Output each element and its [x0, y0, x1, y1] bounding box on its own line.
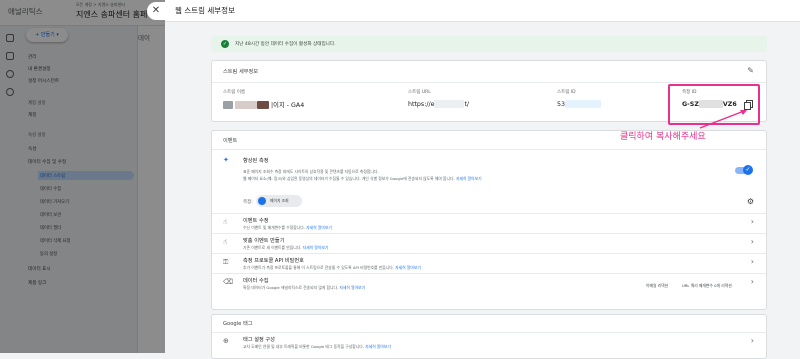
row-desc: 교차 도메인 연결 및 내부 트래픽을 비롯한 Google 태그 동작을 구성… [243, 344, 391, 349]
custom-event-icon: ☝ [223, 238, 228, 246]
touch-icon: ☝ [223, 218, 228, 226]
create-events-row[interactable]: ☝ 맞춤 이벤트 만들기 기존 이벤트로 새 이벤트를 만듭니다. 자세히 알아… [212, 233, 766, 253]
row-desc: 추가 이벤트가 측정 프로토콜을 통해 이 스트림으로 전송될 수 있도록 AP… [243, 265, 421, 270]
details-heading: 스트림 세부정보 [223, 69, 259, 75]
learn-more-link[interactable]: 자세히 알아보기 [365, 344, 391, 349]
divider [212, 149, 766, 150]
copy-icon[interactable] [744, 100, 753, 110]
events-card: 이벤트 ✦ 향상된 측정 표준 페이지 조회수 측정 외에도 사이트의 상호작용… [211, 130, 767, 310]
row-desc: 수신 이벤트 및 매개변수를 수정합니다. 자세히 알아보기 [243, 225, 332, 230]
redaction-chip: 이메일 리댁션 [646, 283, 669, 288]
stream-url-label: 스트림 URL [408, 90, 431, 95]
measuring-chip: 페이지 조회 [256, 195, 302, 207]
status-text: 지난 48시간 동안 데이터 수집이 활성화 상태입니다. [235, 42, 336, 47]
panel-header: 웹 스트림 세부정보 [165, 0, 800, 22]
tag-icon: ⊕ [223, 337, 229, 345]
chevron-right-icon: › [750, 237, 754, 246]
enhanced-measurement-title: 향상된 측정 [243, 158, 269, 164]
gear-icon[interactable]: ⚙ [747, 197, 754, 206]
stream-url-value: https://e t/ [408, 100, 470, 108]
stream-details-panel: ✕ 웹 스트림 세부정보 ✓ 지난 48시간 동안 데이터 수집이 활성화 상태… [147, 0, 800, 359]
status-banner: ✓ 지난 48시간 동안 데이터 수집이 활성화 상태입니다. [211, 36, 767, 52]
chevron-right-icon: › [750, 336, 754, 345]
eye-icon [258, 197, 266, 205]
google-tag-card: Google 태그 ⊕ 태그 설정 구성 교차 도메인 연결 및 내부 트래픽을… [211, 314, 767, 359]
edit-icon[interactable]: ✎ [747, 66, 754, 75]
check-icon: ✓ [221, 40, 229, 48]
learn-more-link[interactable]: 자세히 알아보기 [395, 265, 421, 270]
modify-events-row[interactable]: ☝ 이벤트 수정 수신 이벤트 및 매개변수를 수정합니다. 자세히 알아보기 … [212, 213, 766, 233]
key-icon: ⚿ [223, 258, 229, 266]
row-title: 태그 설정 구성 [243, 337, 275, 343]
eraser-icon: ⌫ [223, 278, 233, 286]
row-title: 측정 프로토콜 API 비밀번호 [243, 258, 304, 264]
measuring-label: 측정: [243, 200, 253, 205]
row-desc: 특정 데이터가 Google 애널리틱스로 전송되지 않게 합니다. 자세히 알… [243, 285, 366, 290]
row-title: 데이터 수집 [243, 278, 269, 284]
events-heading: 이벤트 [223, 138, 238, 144]
divider [212, 82, 766, 83]
check-icon[interactable]: ✓ [743, 165, 753, 175]
learn-more-link[interactable]: 자세히 알아보기 [456, 176, 482, 181]
redaction-chip: URL 쿼리 매개변수 0개 리댁션 [682, 283, 732, 288]
chevron-right-icon: › [750, 217, 754, 226]
sparkle-icon: ✦ [223, 156, 229, 164]
enhanced-desc-2: 웹 페이지 요소(예: 링크)와 삽입된 동영상의 데이터가 수집될 수 있습니… [243, 176, 482, 181]
stream-name-value: |이지 - GA4 [223, 100, 304, 109]
row-title: 이벤트 수정 [243, 218, 269, 224]
chevron-right-icon: › [750, 277, 754, 286]
stream-id-value: 53 [557, 100, 602, 108]
google-tag-heading: Google 태그 [223, 321, 253, 327]
learn-more-link[interactable]: 자세히 알아보기 [339, 285, 365, 290]
panel-title: 웹 스트림 세부정보 [175, 6, 235, 15]
mp-secrets-row[interactable]: ⚿ 측정 프로토콜 API 비밀번호 추가 이벤트가 측정 프로토콜을 통해 이… [212, 253, 766, 273]
row-title: 맞춤 이벤트 만들기 [243, 238, 285, 244]
row-desc: 기존 이벤트로 새 이벤트를 만듭니다. 자세히 알아보기 [243, 245, 329, 250]
learn-more-link[interactable]: 자세히 알아보기 [306, 225, 332, 230]
enhanced-desc-1: 표준 페이지 조회수 측정 외에도 사이트의 상호작용 및 콘텐츠를 자동으로 … [243, 169, 379, 174]
copy-annotation: 클릭하여 복사해주세요 [620, 132, 706, 142]
learn-more-link[interactable]: 자세히 알아보기 [303, 245, 329, 250]
stream-id-label: 스트림 ID [557, 90, 576, 95]
stream-name-label: 스트림 이름 [223, 90, 246, 95]
close-button[interactable]: ✕ [147, 2, 165, 20]
tag-config-row[interactable]: ⊕ 태그 설정 구성 교차 도메인 연결 및 내부 트래픽을 비롯한 Googl… [212, 333, 766, 353]
chevron-right-icon: › [750, 257, 754, 266]
